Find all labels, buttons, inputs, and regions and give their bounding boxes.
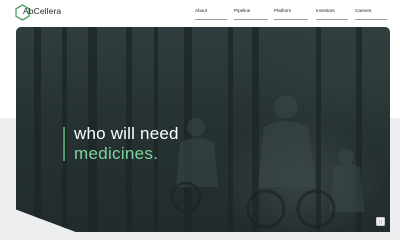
- hero-banner: who will need medicines.: [16, 27, 390, 232]
- nav-investors[interactable]: Investors: [316, 6, 348, 20]
- page: AbCellera About Pipeline Platform Invest…: [0, 0, 400, 240]
- nav-platform[interactable]: Platform: [274, 6, 308, 20]
- pause-video-button[interactable]: [376, 217, 385, 226]
- nav-about[interactable]: About: [195, 6, 227, 20]
- logo-text: AbCellera: [23, 6, 62, 16]
- pause-icon: [378, 219, 380, 224]
- nav-careers[interactable]: Careers: [355, 6, 387, 20]
- hero-headline-line-2: medicines.: [74, 144, 159, 163]
- headline-accent-bar: [63, 127, 65, 161]
- site-header: AbCellera About Pipeline Platform Invest…: [0, 0, 400, 26]
- logo[interactable]: AbCellera: [14, 2, 74, 22]
- hero-overlay: [16, 27, 390, 232]
- hero-headline-line-1: who will need: [74, 124, 179, 143]
- main-nav: About Pipeline Platform Investors Career…: [190, 6, 390, 20]
- nav-pipeline[interactable]: Pipeline: [234, 6, 268, 20]
- pause-icon-bar: [381, 219, 383, 224]
